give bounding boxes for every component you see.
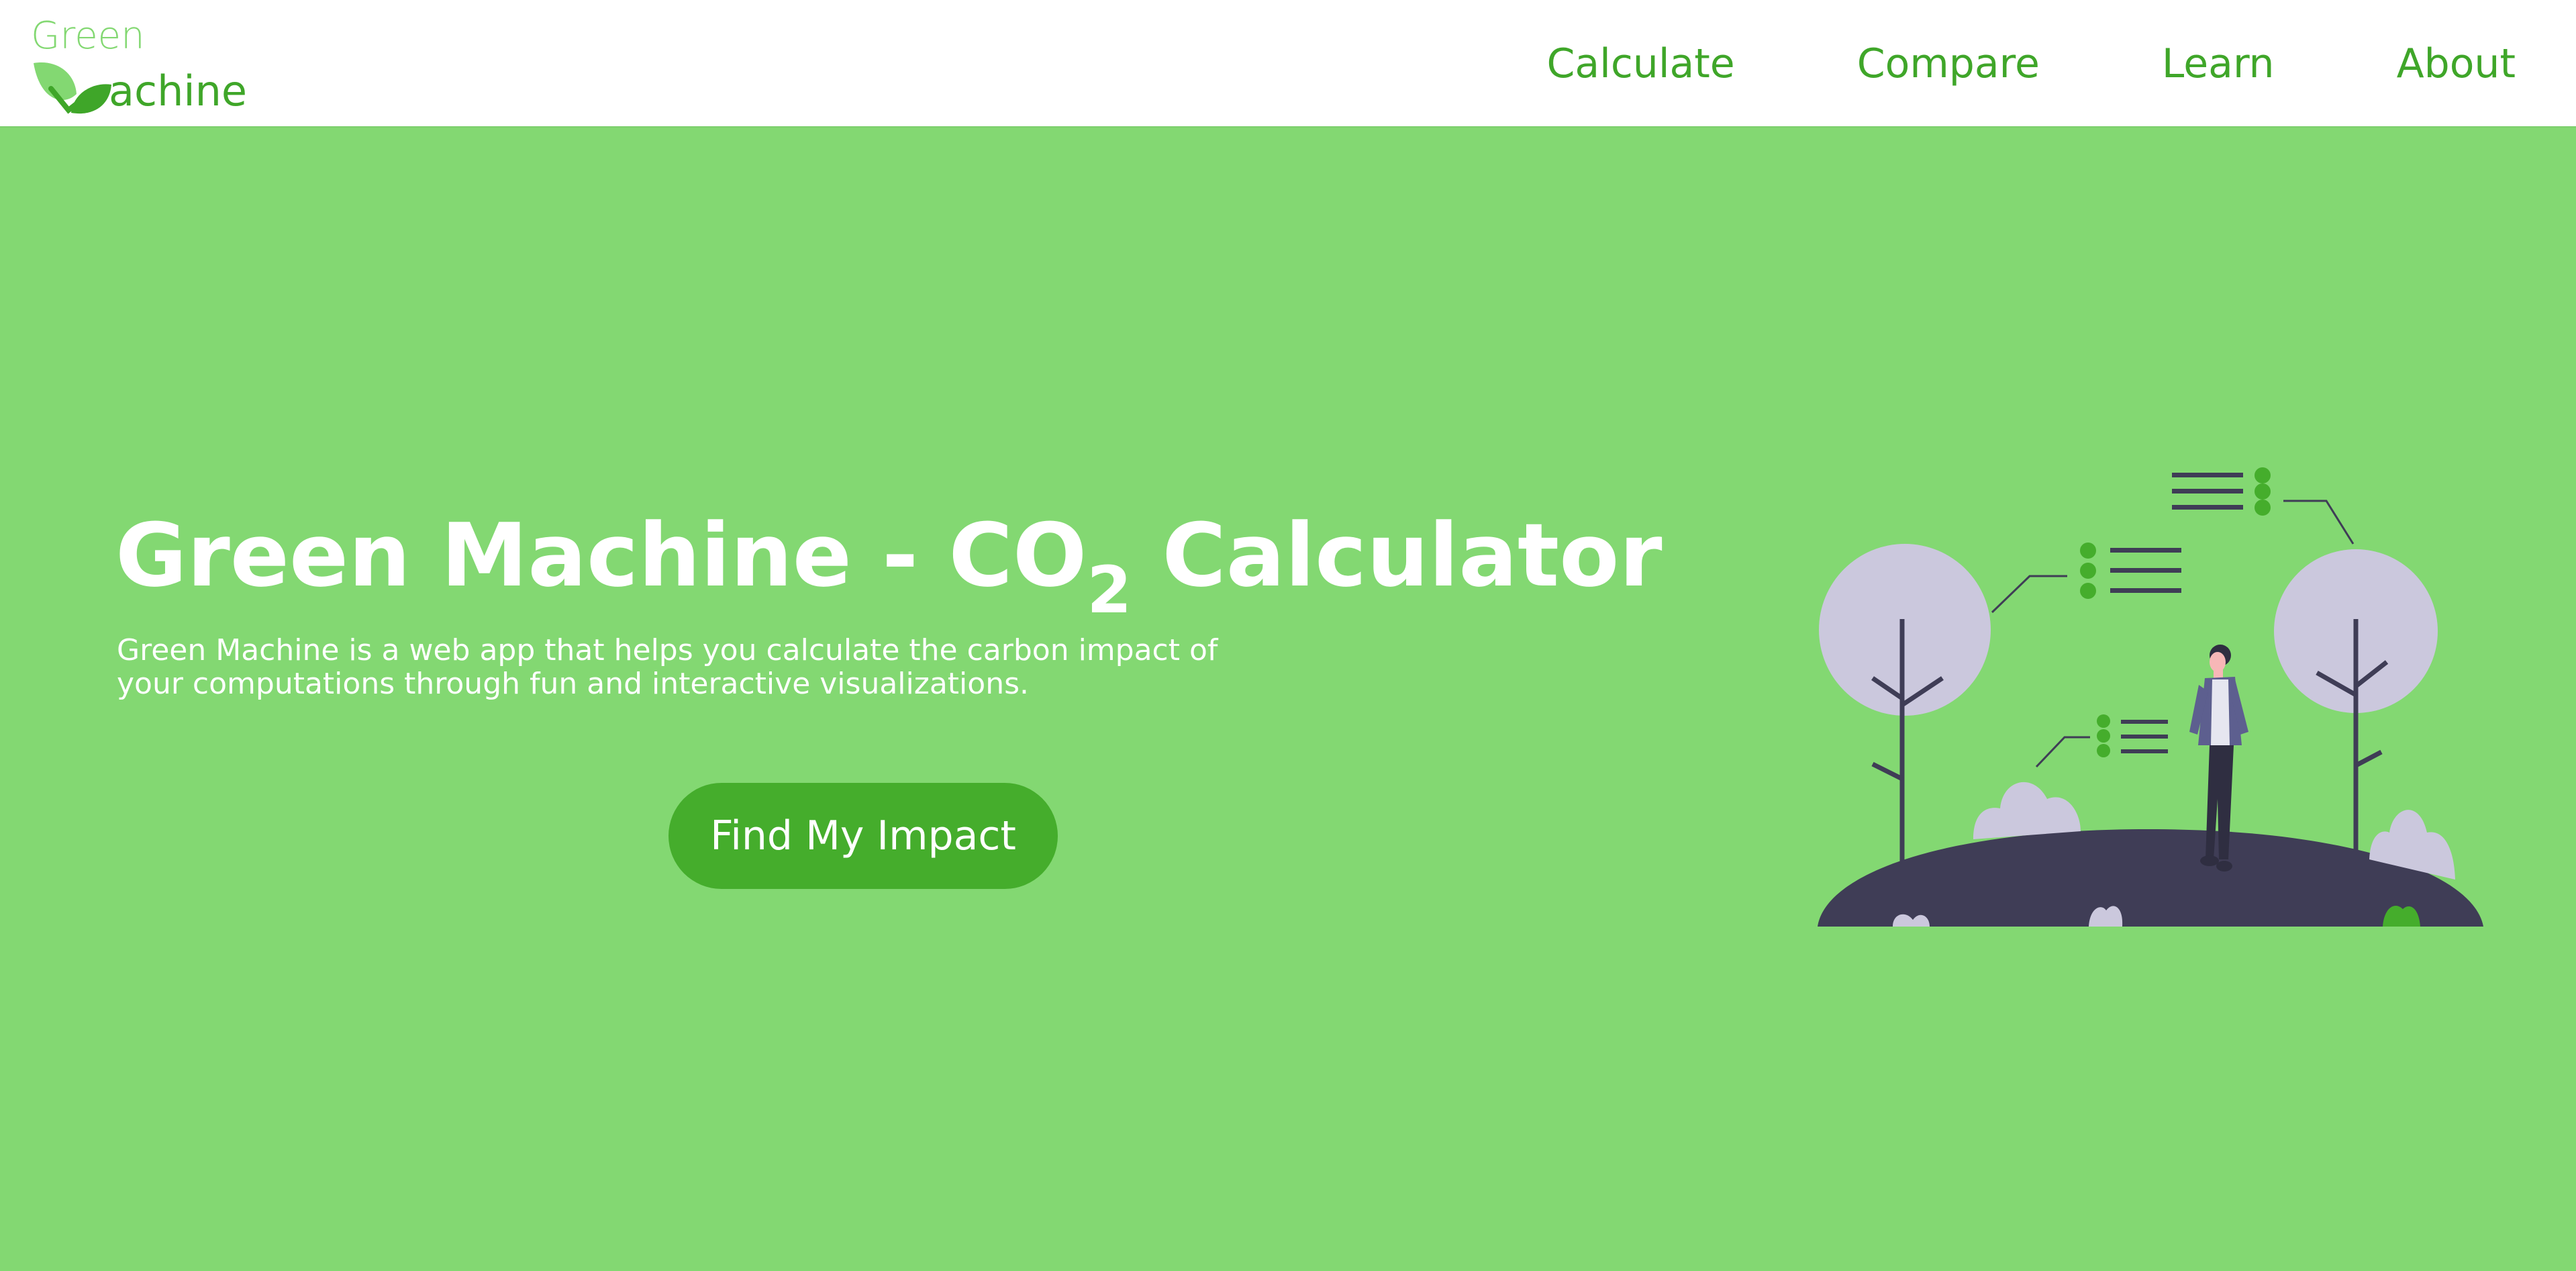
leaf-logo-icon: [34, 62, 111, 114]
hero-title-subscript: 2: [1087, 553, 1132, 628]
person-in-park-illustration-icon: [1818, 467, 2483, 927]
nav-link-about[interactable]: About: [2397, 35, 2516, 93]
nav-link-learn[interactable]: Learn: [2162, 35, 2275, 93]
logo-text-top: Green: [31, 14, 145, 58]
site-header: Green achine Calculate Compare Learn Abo…: [0, 0, 2576, 126]
nav-link-calculate[interactable]: Calculate: [1546, 35, 1734, 93]
nav-link-compare[interactable]: Compare: [1857, 35, 2040, 93]
find-my-impact-button[interactable]: Find My Impact: [668, 783, 1058, 889]
logo-text-bottom: achine: [109, 66, 248, 115]
hero-title-end: Calculator: [1132, 504, 1663, 606]
logo[interactable]: Green achine: [31, 14, 248, 115]
hero-description: Green Machine is a web app that helps yo…: [117, 633, 1218, 701]
hero-title-main: Green Machine - CO: [115, 504, 1087, 606]
main-nav: Calculate Compare Learn About: [1546, 35, 2516, 93]
hero-title: Green Machine - CO2 Calculator: [115, 498, 1663, 622]
